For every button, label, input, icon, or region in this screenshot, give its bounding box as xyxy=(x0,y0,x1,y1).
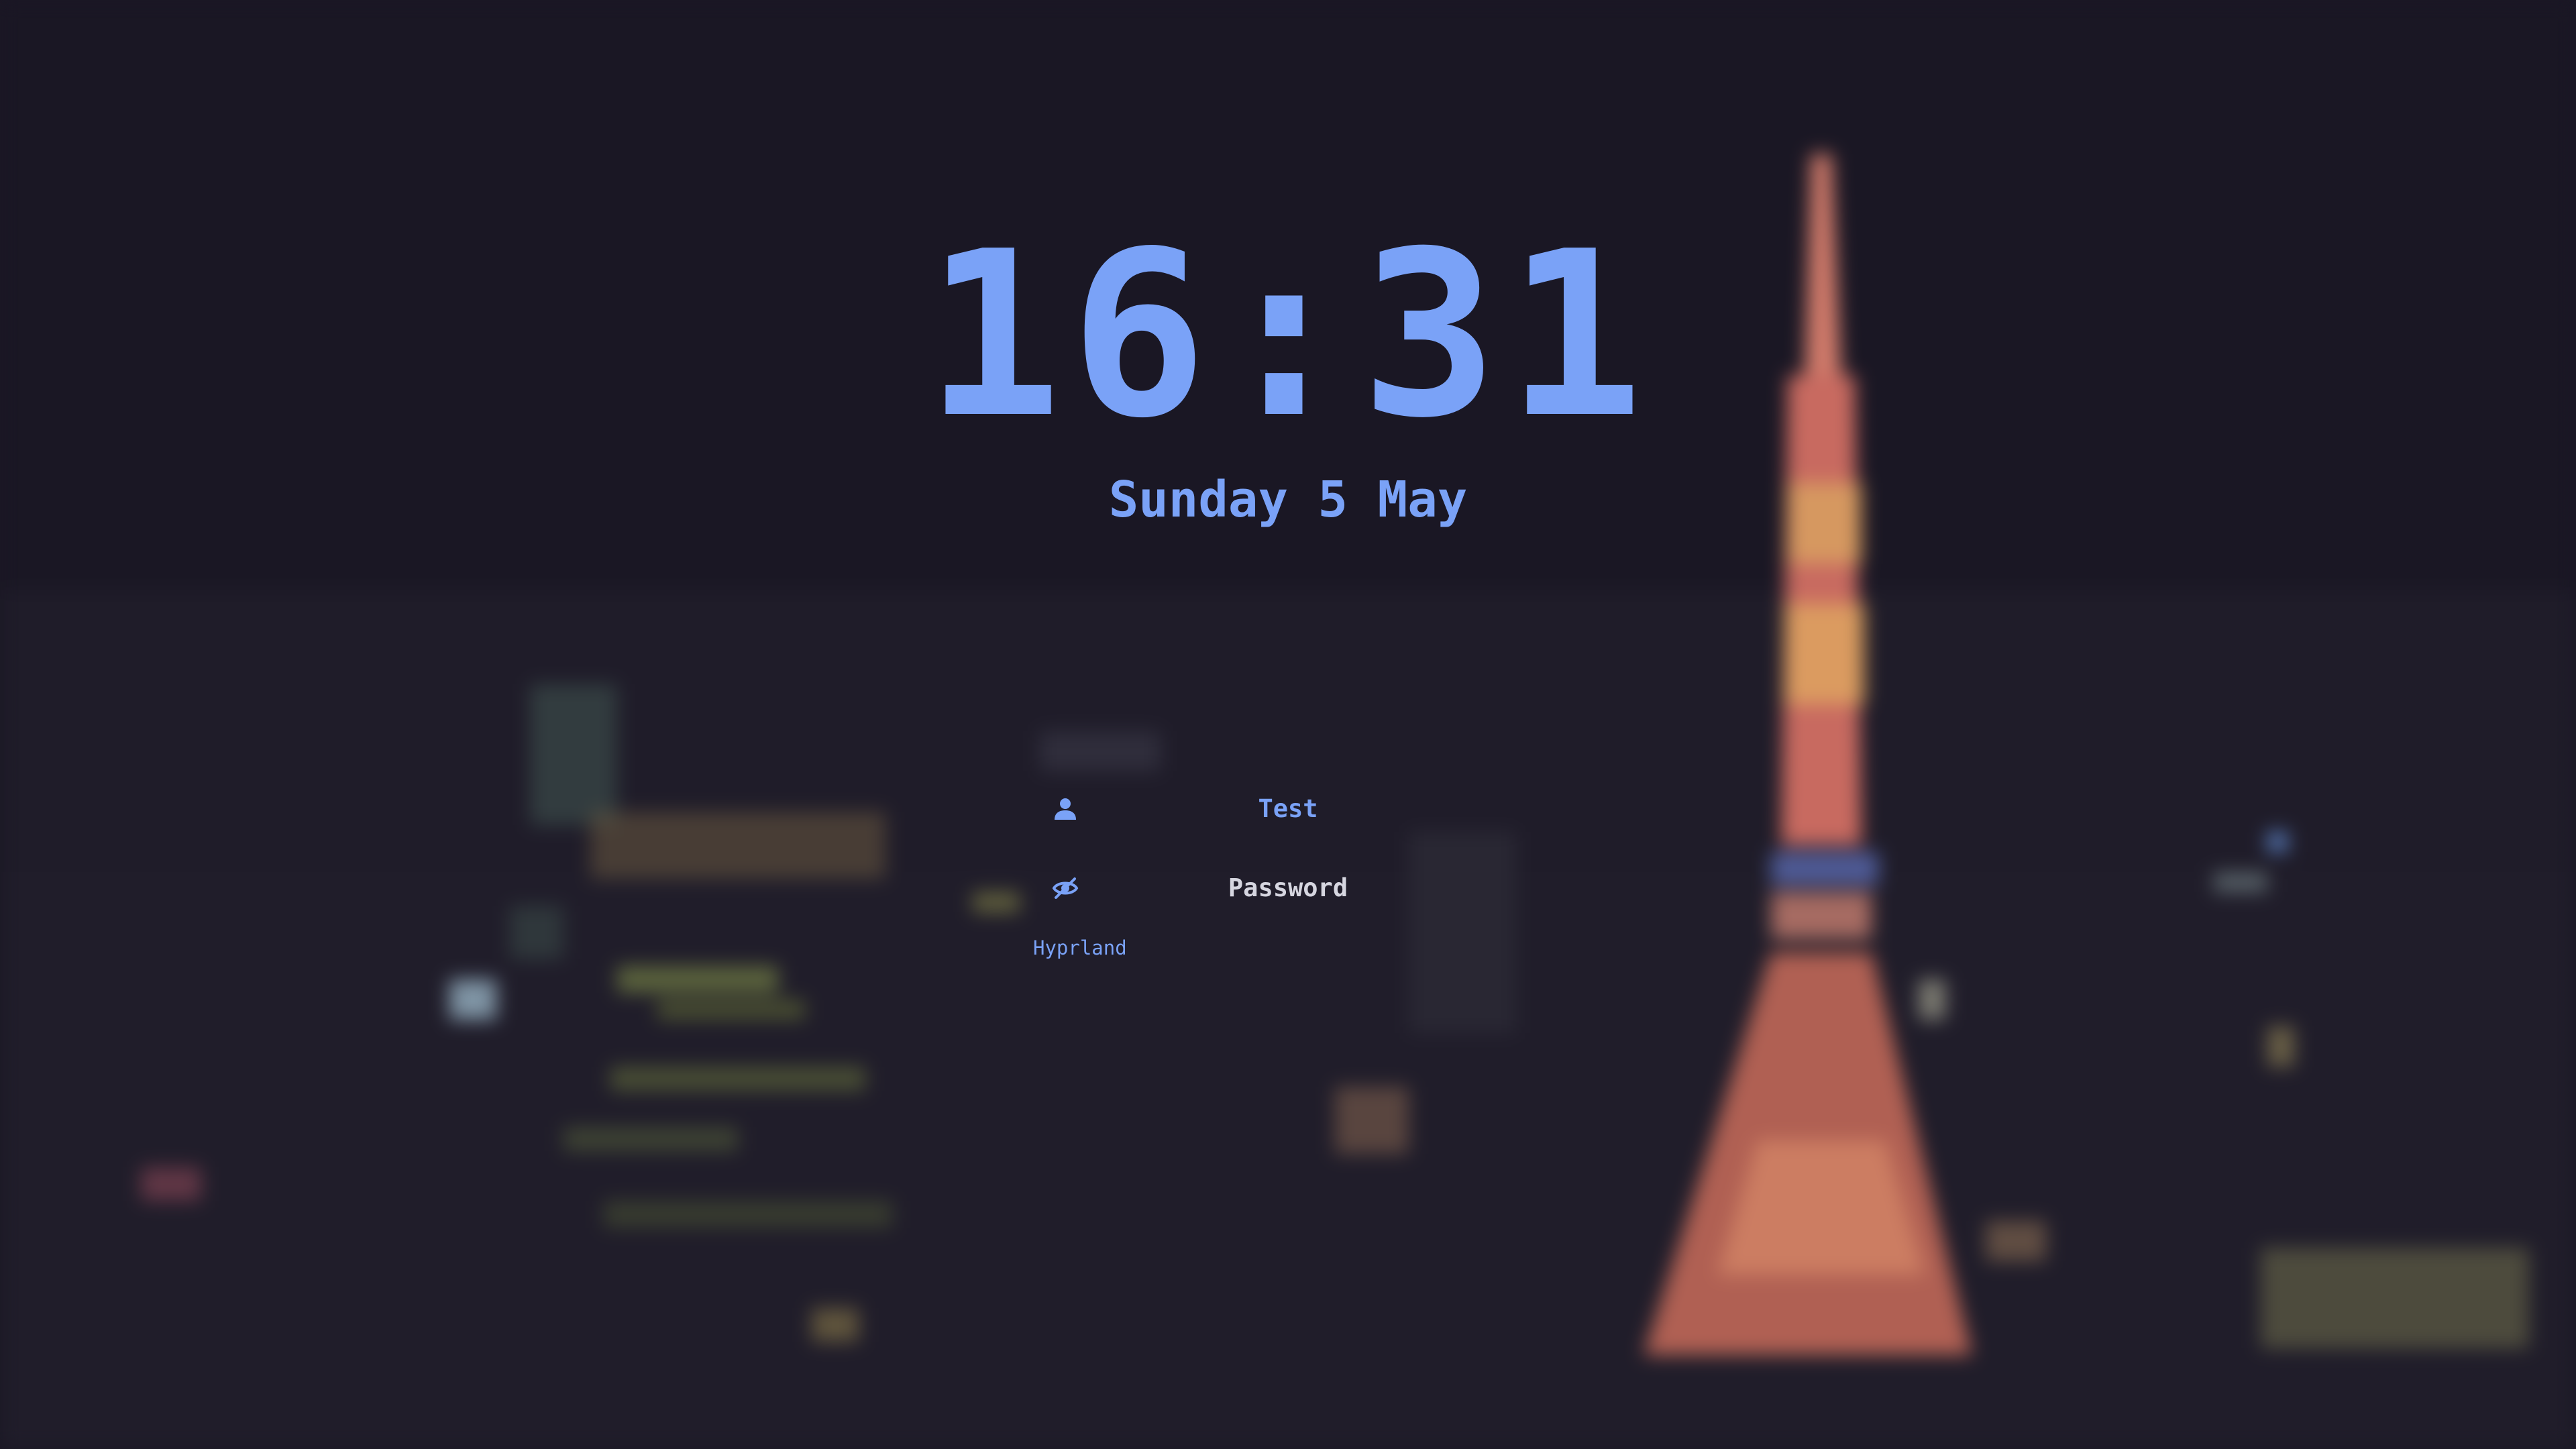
username-field[interactable] xyxy=(1114,789,1462,829)
username-row xyxy=(1006,778,1462,839)
login-form: Hyprland xyxy=(1006,778,1462,979)
password-row xyxy=(1006,857,1462,918)
clock-date: Sunday 5 May xyxy=(1108,471,1468,529)
eye-slash-icon[interactable] xyxy=(1052,875,1079,902)
lock-screen: 16:31 Sunday 5 May Hyprland xyxy=(0,0,2576,1449)
password-field[interactable] xyxy=(1114,868,1462,908)
clock-time: 16:31 xyxy=(924,203,1652,468)
session-selector[interactable]: Hyprland xyxy=(1033,936,1127,959)
user-icon xyxy=(1052,796,1079,822)
